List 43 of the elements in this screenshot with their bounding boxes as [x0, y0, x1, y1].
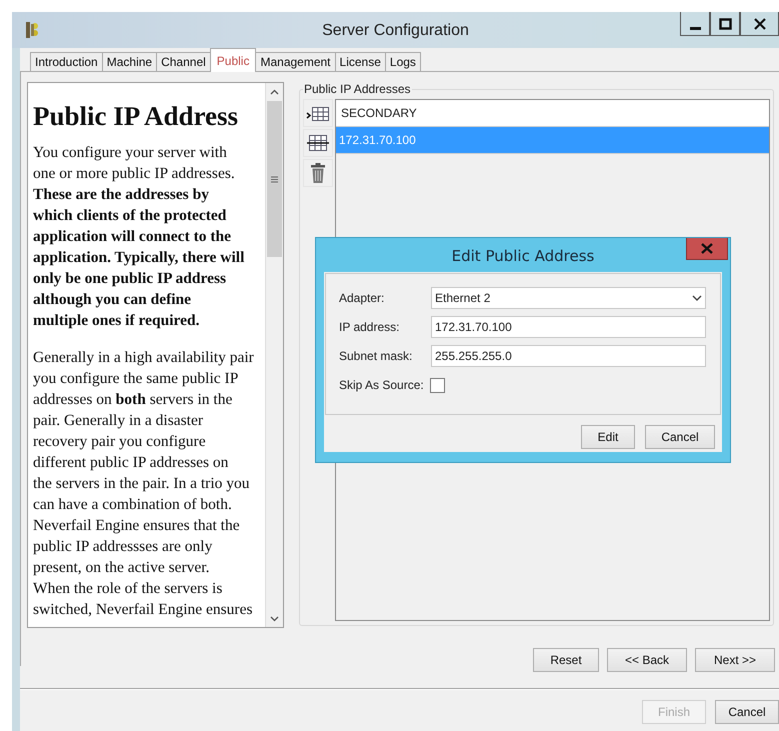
scroll-thumb[interactable]	[267, 101, 282, 257]
minimize-button[interactable]	[680, 12, 710, 36]
field-label: Subnet mask:	[339, 349, 414, 363]
nav-button[interactable]: << Back	[607, 648, 687, 672]
adapter-dropdown[interactable]: Ethernet 2	[431, 287, 706, 309]
table-arrow-icon	[306, 104, 330, 122]
help-heading: Public IP Address	[33, 101, 240, 132]
help-paragraph: You configure your server with one or more public IP addresses. These are the addresses by which clients of the protected application will connect to the application. Typically, there will only be one public IP address although you can define multiple ones if required.	[33, 143, 246, 331]
dialog-title: Edit Public Address	[452, 247, 594, 265]
scroll-up-icon	[270, 88, 279, 94]
edit-row-button[interactable]	[303, 129, 333, 157]
tab[interactable]: Logs	[384, 52, 421, 71]
tab[interactable]: Introduction	[30, 52, 103, 71]
scroll-down-icon	[270, 616, 279, 622]
dialog-close-button[interactable]	[686, 238, 728, 260]
close-icon	[701, 243, 713, 254]
dialog-button[interactable]: Cancel	[645, 425, 715, 449]
maximize-button[interactable]	[710, 12, 740, 36]
field-label: Skip As Source:	[339, 378, 425, 392]
delete-button[interactable]	[303, 159, 333, 187]
checkbox[interactable]	[430, 378, 445, 392]
trash-icon	[309, 162, 327, 184]
close-icon	[754, 18, 766, 30]
field-label: IP address:	[339, 320, 400, 334]
help-paragraph: Generally in a high availability pair you configure the same public IP addresses on both servers in the pair. Generally in a disaster recovery pair you configure different public IP addresses on the servers in the pair. In a trio you can have a combination of both. Neverfail Engine ensures that the public IP addressses are only present, on the active server. When the role of the servers is switched, Neverfail Engine ensures	[33, 348, 255, 620]
maximize-icon	[718, 18, 732, 30]
column-header: SECONDARY	[336, 100, 769, 127]
nav-button[interactable]: Next >>	[695, 648, 775, 672]
group-label: Public IP Addresses	[303, 82, 412, 96]
dialog-button[interactable]: Edit	[581, 425, 635, 449]
add-row-button[interactable]	[303, 99, 333, 127]
input-field[interactable]: 255.255.255.0	[431, 345, 706, 367]
tab[interactable]: Public	[210, 48, 256, 72]
minimize-icon	[690, 27, 700, 30]
close-button[interactable]	[740, 12, 779, 36]
input-field[interactable]: 172.31.70.100	[431, 316, 706, 338]
window-title: Server Configuration	[322, 22, 469, 39]
table-strike-icon	[306, 133, 330, 153]
nav-button[interactable]: Reset	[533, 648, 599, 672]
tab[interactable]: Management	[255, 52, 336, 71]
field-label: Adapter:	[339, 291, 386, 305]
footer-button[interactable]: Cancel	[715, 700, 779, 724]
grip-icon	[271, 176, 278, 182]
